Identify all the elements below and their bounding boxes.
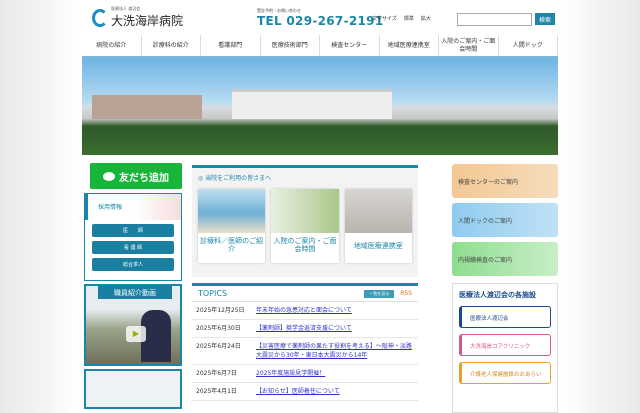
search-button[interactable]: 検索 bbox=[535, 13, 556, 25]
nav-item[interactable]: 検査センター bbox=[320, 35, 380, 56]
topic-row: 2025年4月1日 【お知らせ】医師着任について bbox=[192, 383, 418, 401]
phone: 受診予約・お問い合わせ TEL 029-267-2191 bbox=[257, 8, 384, 28]
font-normal-button[interactable]: 標準 bbox=[404, 15, 414, 22]
hero-image bbox=[82, 59, 558, 155]
search-input[interactable] bbox=[457, 13, 532, 26]
facility-link[interactable]: 大洗海岸コアクリニック bbox=[459, 334, 551, 356]
topics-panel: TOPICS 一覧を見る RSS 2025年12月25日 年末年始の急患対応と面会につ… bbox=[192, 283, 418, 413]
topic-row: 2025年6月30日 【薬剤師】奨学金返済支援について bbox=[192, 320, 418, 338]
visitor-card[interactable]: 入院のご案内・ご面会時間 bbox=[271, 189, 339, 263]
endoscopy-banner[interactable]: 内視鏡検査のご案内 bbox=[452, 242, 558, 276]
nav-item[interactable]: 入院のご案内・ご面会時間 bbox=[439, 35, 499, 56]
topic-row: 2025年12月25日 年末年始の急患対応と面会について bbox=[192, 302, 418, 320]
topic-row: 2025年6月7日 2025年度施設見学開催！ bbox=[192, 365, 418, 383]
rss-link[interactable]: RSS bbox=[400, 290, 412, 297]
play-icon[interactable]: ▶ bbox=[126, 326, 146, 342]
staff-photo[interactable] bbox=[84, 369, 182, 409]
main-nav: 病院の紹介 診療科の紹介 看護部門 医療技術部門 検査センター 地域医療連携室 入院のご案内… bbox=[82, 35, 558, 59]
topic-row: 2025年6月24日 【災害医療で薬剤師の果たす役割を考える】～阪神・淡路大震災か… bbox=[192, 338, 418, 365]
facility-link[interactable]: 医療法人渡辺会 bbox=[459, 306, 551, 328]
line-icon bbox=[103, 171, 115, 181]
checkup-center-banner[interactable]: 検査センターのご案内 bbox=[452, 164, 558, 198]
logo-icon bbox=[92, 8, 108, 27]
visitors-panel: ◎ 当院をご利用の皆さまへ 診療科／医師のご紹介 入院のご案内・ご面会時間 地域… bbox=[192, 165, 418, 277]
topics-all-button[interactable]: 一覧を見る bbox=[364, 289, 395, 298]
recruit-panel: 採用情報 医 師 看 護 師 総合求人 bbox=[84, 193, 182, 281]
recruit-nurse-button[interactable]: 看 護 師 bbox=[92, 241, 174, 254]
facilities-panel: 医療法人渡辺会の各施設 医療法人渡辺会 大洗海岸コアクリニック 介護老人保健施設… bbox=[452, 283, 558, 413]
visitor-card[interactable]: 診療科／医師のご紹介 bbox=[198, 189, 266, 263]
nav-item[interactable]: 病院の紹介 bbox=[82, 35, 142, 56]
staff-video[interactable]: 職員紹介動画 ▶ bbox=[84, 284, 182, 366]
nav-item[interactable]: 看護部門 bbox=[201, 35, 261, 56]
visitor-card[interactable]: 地域医療連携室 bbox=[344, 189, 412, 263]
recruit-doctor-button[interactable]: 医 師 bbox=[92, 224, 174, 237]
font-large-button[interactable]: 拡大 bbox=[421, 15, 431, 22]
recruit-general-button[interactable]: 総合求人 bbox=[92, 258, 174, 271]
nav-item[interactable]: 医療技術部門 bbox=[261, 35, 320, 56]
health-dock-banner[interactable]: 人間ドックのご案内 bbox=[452, 203, 558, 237]
facility-link[interactable]: 介護老人保健施設おおあらい bbox=[459, 362, 551, 384]
nav-item[interactable]: 地域医療連携室 bbox=[380, 35, 439, 56]
line-add-friend-button[interactable]: 友だち追加 bbox=[90, 163, 182, 189]
nav-item[interactable]: 診療科の紹介 bbox=[142, 35, 201, 56]
nav-item[interactable]: 人間ドック bbox=[499, 35, 558, 56]
font-size-control: 文字サイズ 標準 拡大 bbox=[372, 15, 431, 22]
logo[interactable]: 医療法人 渡辺会 大洗海岸病院 bbox=[92, 6, 183, 29]
